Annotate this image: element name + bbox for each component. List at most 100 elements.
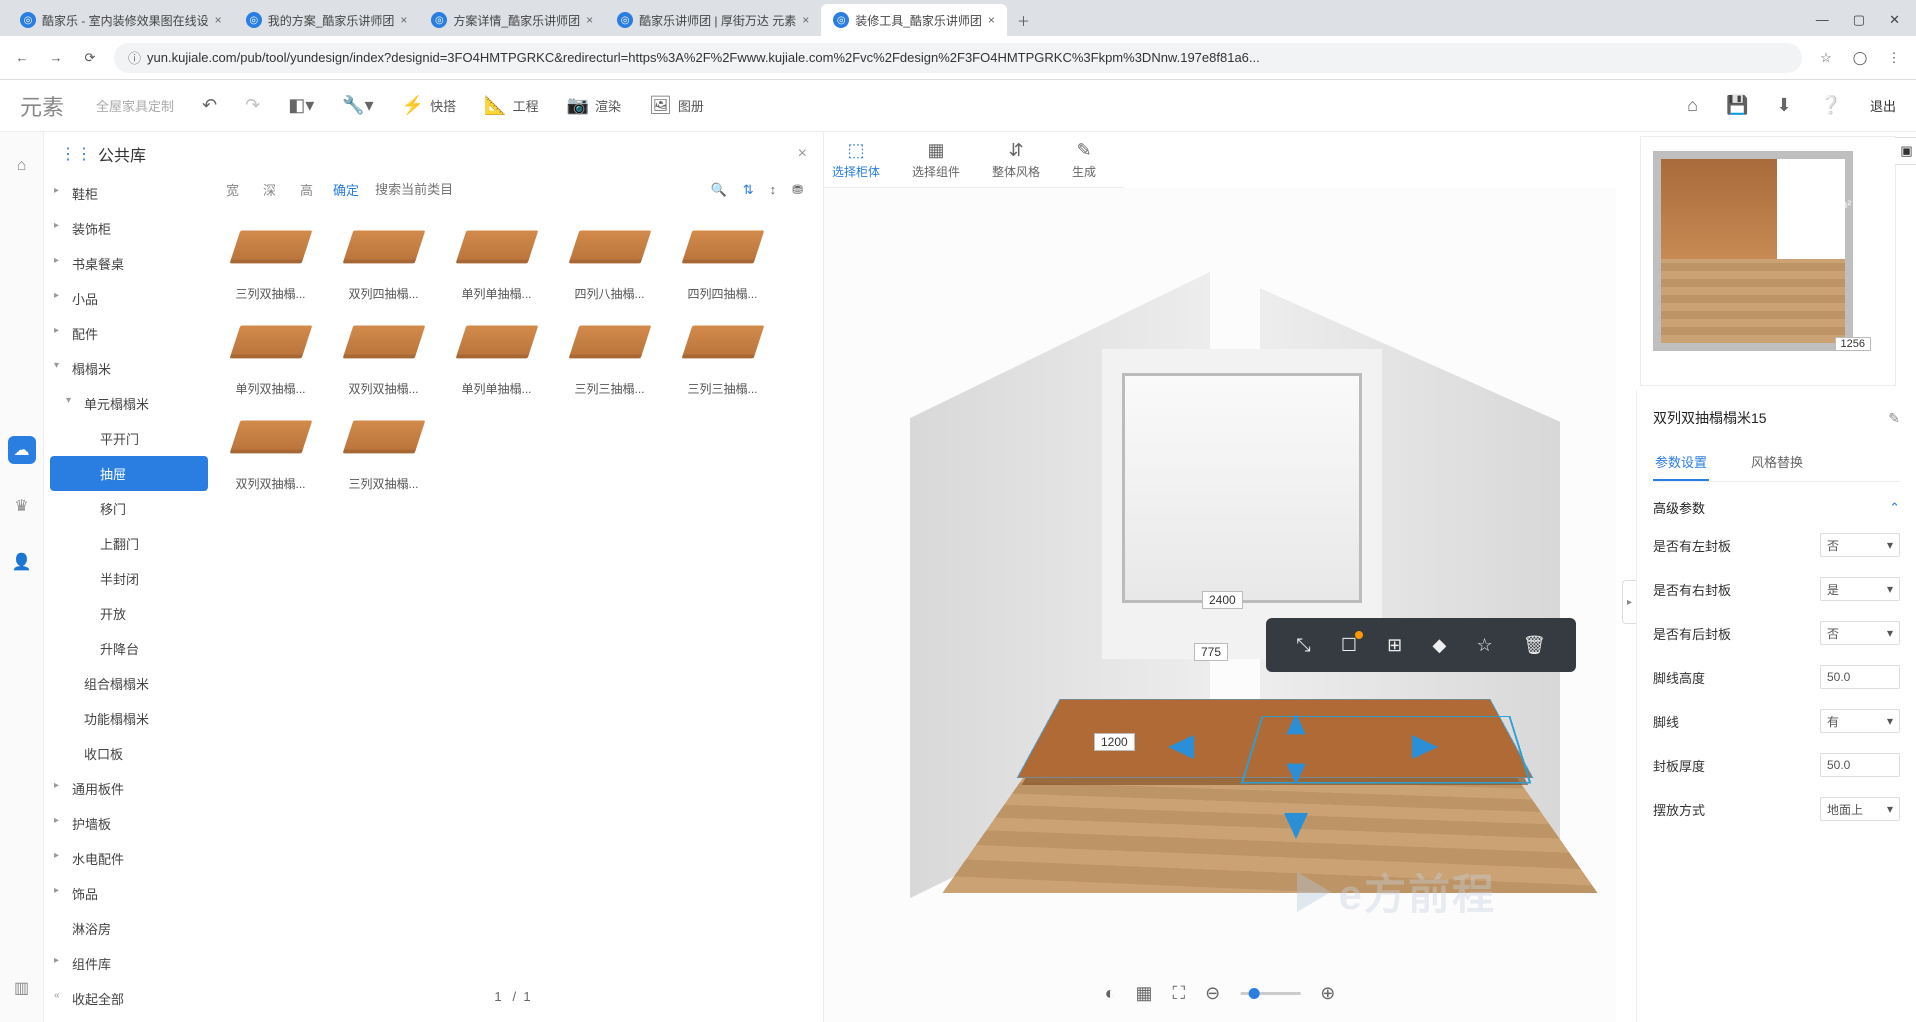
redo-icon[interactable]: ↷ — [245, 95, 260, 116]
move-arrow-down-icon[interactable] — [1284, 813, 1308, 839]
minimap-toggle-icon[interactable]: ▣ — [1895, 137, 1916, 165]
thumb-item[interactable]: 三列三抽榻... — [557, 310, 662, 397]
tree-item[interactable]: 半封闭 — [44, 561, 214, 596]
close-icon[interactable]: × — [400, 13, 407, 27]
tree-item[interactable]: 组合榻榻米 — [44, 666, 214, 701]
dim-width[interactable]: 宽 — [222, 180, 243, 199]
save-icon[interactable]: 💾 — [1726, 95, 1748, 116]
confirm-button[interactable]: 确定 — [333, 180, 359, 199]
thumb-item[interactable]: 双列四抽榻... — [331, 215, 436, 302]
browser-tab[interactable]: ◎我的方案_酷家乐讲师团× — [234, 4, 420, 36]
tree-item[interactable]: ▸组件库 — [44, 946, 214, 981]
toggle-icon[interactable]: ◐ — [1105, 983, 1116, 1004]
thumb-item[interactable]: 四列八抽榻... — [557, 215, 662, 302]
edit-icon[interactable]: ✎ — [1888, 410, 1900, 427]
ctx-material-icon[interactable]: ◆ — [1432, 635, 1446, 656]
tree-item[interactable]: ▸护墙板 — [44, 806, 214, 841]
tree-item[interactable]: ▸配件 — [44, 316, 214, 351]
close-icon[interactable]: × — [988, 13, 995, 27]
project-button[interactable]: 📐工程 — [484, 95, 538, 116]
menu-icon[interactable]: ⋮ — [1884, 48, 1904, 68]
tab-params[interactable]: 参数设置 — [1653, 444, 1709, 481]
tree-item[interactable]: 上翻门 — [44, 526, 214, 561]
tree-item[interactable]: ▾榻榻米 — [44, 351, 214, 386]
sort2-icon[interactable]: ↕ — [770, 182, 777, 197]
tree-item[interactable]: 淋浴房 — [44, 911, 214, 946]
rail-crown-icon[interactable]: ♛ — [8, 492, 36, 520]
profile-icon[interactable]: ◯ — [1850, 48, 1870, 68]
rail-cloud-icon[interactable]: ☁ — [8, 436, 36, 464]
eraser-icon[interactable]: ◧▾ — [288, 95, 314, 116]
home-icon[interactable]: ⌂ — [1687, 95, 1698, 116]
download-icon[interactable]: ⬇ — [1776, 95, 1791, 116]
ctx-delete-icon[interactable]: 🗑 — [1523, 635, 1546, 656]
tree-item[interactable]: ▸装饰柜 — [44, 211, 214, 246]
tree-item[interactable]: 移门 — [44, 491, 214, 526]
exit-button[interactable]: 退出 — [1870, 96, 1896, 115]
viewport-3d[interactable]: 2400 775 1200 ⤡ ☐ ⊞ ◆ ☆ 🗑 ◐ ▦ ⛶ ⊖ ⊕ e方前程 — [824, 188, 1616, 1022]
tree-item[interactable]: ▸书桌餐桌 — [44, 246, 214, 281]
search-input[interactable] — [375, 182, 694, 197]
browser-tab[interactable]: ◎方案详情_酷家乐讲师团× — [419, 4, 605, 36]
wrench-icon[interactable]: 🔧▾ — [342, 95, 373, 116]
param-select[interactable]: 否▾ — [1820, 533, 1900, 557]
rail-home-icon[interactable]: ⌂ — [8, 152, 36, 180]
ctx-add-icon[interactable]: ⊞ — [1387, 635, 1402, 656]
zoom-in-icon[interactable]: ⊕ — [1320, 983, 1335, 1004]
thumb-item[interactable]: 三列双抽榻... — [331, 405, 436, 492]
nav-reload-icon[interactable]: ⟳ — [80, 48, 100, 68]
thumb-item[interactable]: 四列四抽榻... — [670, 215, 775, 302]
tree-item[interactable]: ▸通用板件 — [44, 771, 214, 806]
param-input[interactable]: 50.0 — [1820, 753, 1900, 777]
sort-icon[interactable]: ⇅ — [743, 182, 754, 198]
tree-item[interactable]: ▸鞋柜 — [44, 176, 214, 211]
tab-generate[interactable]: ✎生成 — [1072, 140, 1096, 180]
bookmark-icon[interactable]: ☆ — [1816, 48, 1836, 68]
close-icon[interactable]: × — [798, 145, 807, 163]
tree-item[interactable]: 升降台 — [44, 631, 214, 666]
tree-item[interactable]: ▸水电配件 — [44, 841, 214, 876]
nav-back-icon[interactable]: ← — [12, 48, 32, 68]
fullscreen-icon[interactable]: ⛶ — [1173, 983, 1186, 1004]
browser-tab-active[interactable]: ◎装修工具_酷家乐讲师团× — [821, 4, 1007, 36]
thumb-item[interactable]: 单列单抽榻... — [444, 310, 549, 397]
rail-user-icon[interactable]: 👤 — [8, 548, 36, 576]
tab-style[interactable]: ⇵整体风格 — [992, 140, 1040, 180]
zoom-out-icon[interactable]: ⊖ — [1205, 983, 1220, 1004]
window-min-icon[interactable]: — — [1816, 12, 1829, 28]
help-icon[interactable]: ❔ — [1820, 95, 1842, 116]
tree-item-selected[interactable]: 抽屉 — [50, 456, 208, 491]
tab-select-cabinet[interactable]: ⬚选择柜体 — [832, 140, 880, 180]
tree-item[interactable]: ▾单元榻榻米 — [44, 386, 214, 421]
tab-select-component[interactable]: ▦选择组件 — [912, 140, 960, 180]
window-close-icon[interactable]: ✕ — [1889, 12, 1900, 28]
rail-layout-icon[interactable]: ▥ — [8, 974, 36, 1002]
nav-fwd-icon[interactable]: → — [46, 48, 66, 68]
ctx-favorite-icon[interactable]: ☆ — [1477, 635, 1493, 656]
minimap[interactable]: ▣ 次卧7.17m² 1256 — [1640, 136, 1896, 386]
filter-icon[interactable]: ⛃ — [792, 182, 803, 198]
undo-icon[interactable]: ↶ — [202, 95, 217, 116]
url-input[interactable]: ⓘyun.kujiale.com/pub/tool/yundesign/inde… — [114, 43, 1802, 73]
quick-build-button[interactable]: ⚡快搭 — [402, 95, 456, 116]
album-button[interactable]: 🖼图册 — [649, 95, 704, 116]
thumb-item[interactable]: 双列双抽榻... — [331, 310, 436, 397]
close-icon[interactable]: × — [215, 13, 222, 27]
tree-item[interactable]: ▸饰品 — [44, 876, 214, 911]
browser-tab[interactable]: ◎酷家乐 - 室内装修效果图在线设× — [8, 4, 234, 36]
thumb-item[interactable]: 三列三抽榻... — [670, 310, 775, 397]
tree-item[interactable]: 平开门 — [44, 421, 214, 456]
thumb-item[interactable]: 三列双抽榻... — [218, 215, 323, 302]
thumb-item[interactable]: 双列双抽榻... — [218, 405, 323, 492]
dim-height[interactable]: 高 — [296, 180, 317, 199]
move-arrow-left-icon[interactable] — [1168, 735, 1194, 759]
window-max-icon[interactable]: ▢ — [1853, 12, 1865, 28]
panel-collapse-icon[interactable]: ▸ — [1622, 580, 1636, 624]
move-arrow-right-icon[interactable] — [1412, 735, 1438, 759]
tab-styles[interactable]: 风格替换 — [1749, 444, 1805, 481]
zoom-slider[interactable] — [1240, 992, 1300, 995]
tree-collapse-all[interactable]: «收起全部 — [44, 981, 214, 1016]
ctx-stretch-icon[interactable]: ⤡ — [1296, 635, 1310, 656]
view-mode-icon[interactable]: ▦ — [1136, 983, 1153, 1004]
param-select[interactable]: 是▾ — [1820, 577, 1900, 601]
